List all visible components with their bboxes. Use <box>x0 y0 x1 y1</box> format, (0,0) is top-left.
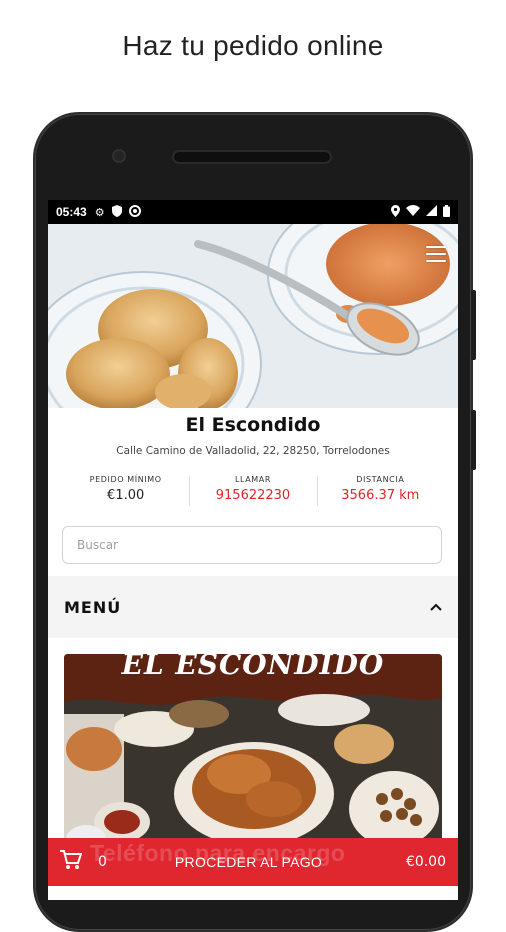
status-bar: 05:43 ⚙ <box>48 200 458 224</box>
stat-label: PEDIDO MÍNIMO <box>89 475 162 484</box>
restaurant-address: Calle Camino de Valladolid, 22, 28250, T… <box>116 445 390 457</box>
stat-call[interactable]: LLAMAR 915622230 <box>189 472 316 512</box>
restaurant-name: El Escondido <box>185 414 321 436</box>
menu-section-header[interactable]: MENÚ <box>48 576 458 638</box>
stat-label: LLAMAR <box>234 475 272 484</box>
power-button <box>471 410 476 470</box>
stat-distance: DISTANCIA 3566.37 km <box>316 472 444 512</box>
stat-label: DISTANCIA <box>356 475 405 484</box>
restaurant-info: El Escondido Calle Camino de Valladolid,… <box>48 408 458 568</box>
stat-value: 3566.37 km <box>341 488 420 503</box>
shopping-cart-icon <box>60 849 88 875</box>
wifi-icon <box>406 205 420 219</box>
volume-button <box>471 290 476 360</box>
restaurant-stats: PEDIDO MÍNIMO €1.00 LLAMAR 915622230 DIS… <box>62 472 444 512</box>
search-input[interactable] <box>62 526 442 564</box>
data-saver-icon <box>128 204 141 220</box>
cart-bar[interactable]: Teléfono para encargo 0 PROCEDER AL PAGO… <box>48 838 458 886</box>
chevron-up-icon[interactable] <box>430 599 442 615</box>
restaurant-hero-image <box>48 224 458 412</box>
app-screen: 05:43 ⚙ El Escondido Calle Camino de Val… <box>48 200 458 900</box>
menu-hamburger-icon[interactable] <box>426 246 446 262</box>
location-icon <box>391 204 400 220</box>
menu-banner-image[interactable]: EL ESCONDIDO <box>64 654 442 854</box>
front-camera <box>112 149 126 163</box>
banner-title: EL ESCONDIDO <box>121 654 385 681</box>
settings-icon: ⚙ <box>94 206 105 219</box>
cart-item-count: 0 <box>98 854 107 870</box>
promo-caption: Haz tu pedido online <box>122 30 384 61</box>
shield-icon <box>111 204 122 220</box>
stat-value: €1.00 <box>107 488 145 503</box>
earpiece-speaker <box>172 150 332 164</box>
signal-icon <box>426 205 437 219</box>
stat-minimum-order: PEDIDO MÍNIMO €1.00 <box>62 472 189 512</box>
phone-link[interactable]: 915622230 <box>189 488 316 503</box>
cart-total: €0.00 <box>405 854 446 870</box>
battery-icon <box>443 204 450 220</box>
menu-title: MENÚ <box>64 597 122 617</box>
proceed-to-checkout-button[interactable]: PROCEDER AL PAGO <box>175 854 322 870</box>
status-time: 05:43 <box>56 205 87 219</box>
